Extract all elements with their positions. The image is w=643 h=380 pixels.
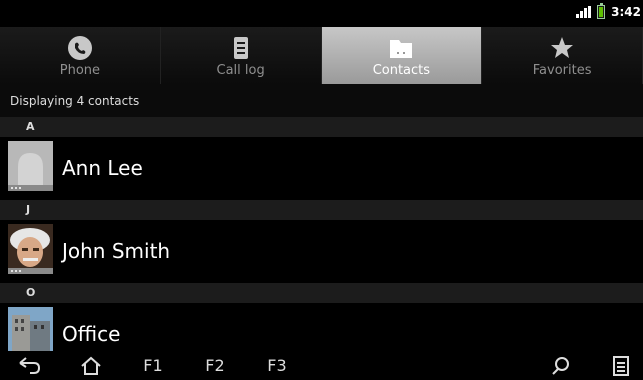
clock: 3:42	[611, 5, 641, 19]
f1-button[interactable]: F1	[140, 356, 166, 378]
section-header: O	[0, 283, 643, 303]
contact-name: John Smith	[62, 239, 171, 263]
photo-avatar[interactable]	[8, 224, 53, 274]
building-photo[interactable]	[8, 307, 53, 357]
menu-button[interactable]	[608, 355, 634, 377]
section-letter: O	[26, 286, 36, 299]
search-icon	[552, 357, 569, 375]
battery-icon	[597, 3, 606, 19]
section-header: J	[0, 200, 643, 220]
default-avatar[interactable]	[8, 141, 53, 191]
home-icon	[81, 356, 101, 375]
tab-label: Call log	[216, 63, 265, 78]
contact-row[interactable]: Ann Lee	[0, 137, 643, 200]
tab-call-log[interactable]: Call log	[160, 27, 322, 84]
contact-row[interactable]: John Smith	[0, 220, 643, 283]
tab-bar: Phone Call log Contacts Favorites	[0, 27, 643, 84]
tab-contacts[interactable]: Contacts	[321, 27, 483, 84]
call-log-icon	[233, 37, 248, 59]
tab-label: Favorites	[532, 63, 592, 78]
tab-label: Phone	[59, 63, 101, 78]
home-button[interactable]	[78, 355, 104, 377]
f2-button[interactable]: F2	[202, 356, 228, 378]
back-button[interactable]	[12, 355, 44, 377]
star-icon	[551, 37, 574, 58]
section-letter: J	[26, 203, 31, 216]
contacts-summary: Displaying 4 contacts	[0, 84, 643, 117]
navigation-bar: F1 F2 F3	[0, 351, 643, 380]
tab-phone[interactable]: Phone	[0, 27, 161, 84]
back-icon	[19, 357, 41, 374]
search-button[interactable]	[548, 355, 574, 377]
f3-button[interactable]: F3	[264, 356, 290, 378]
tab-favorites[interactable]: Favorites	[482, 27, 643, 84]
menu-icon	[613, 356, 629, 376]
status-icons: 3:42	[576, 3, 641, 19]
section-letter: A	[26, 120, 35, 133]
contacts-icon	[390, 40, 413, 58]
contact-name: Ann Lee	[62, 156, 143, 180]
tab-label: Contacts	[372, 63, 431, 78]
signal-icon	[576, 6, 592, 18]
summary-text: Displaying 4 contacts	[10, 94, 140, 108]
status-bar: 3:42	[0, 0, 643, 27]
phone-icon	[67, 36, 92, 60]
contact-name: Office	[62, 322, 121, 346]
section-header: A	[0, 117, 643, 137]
